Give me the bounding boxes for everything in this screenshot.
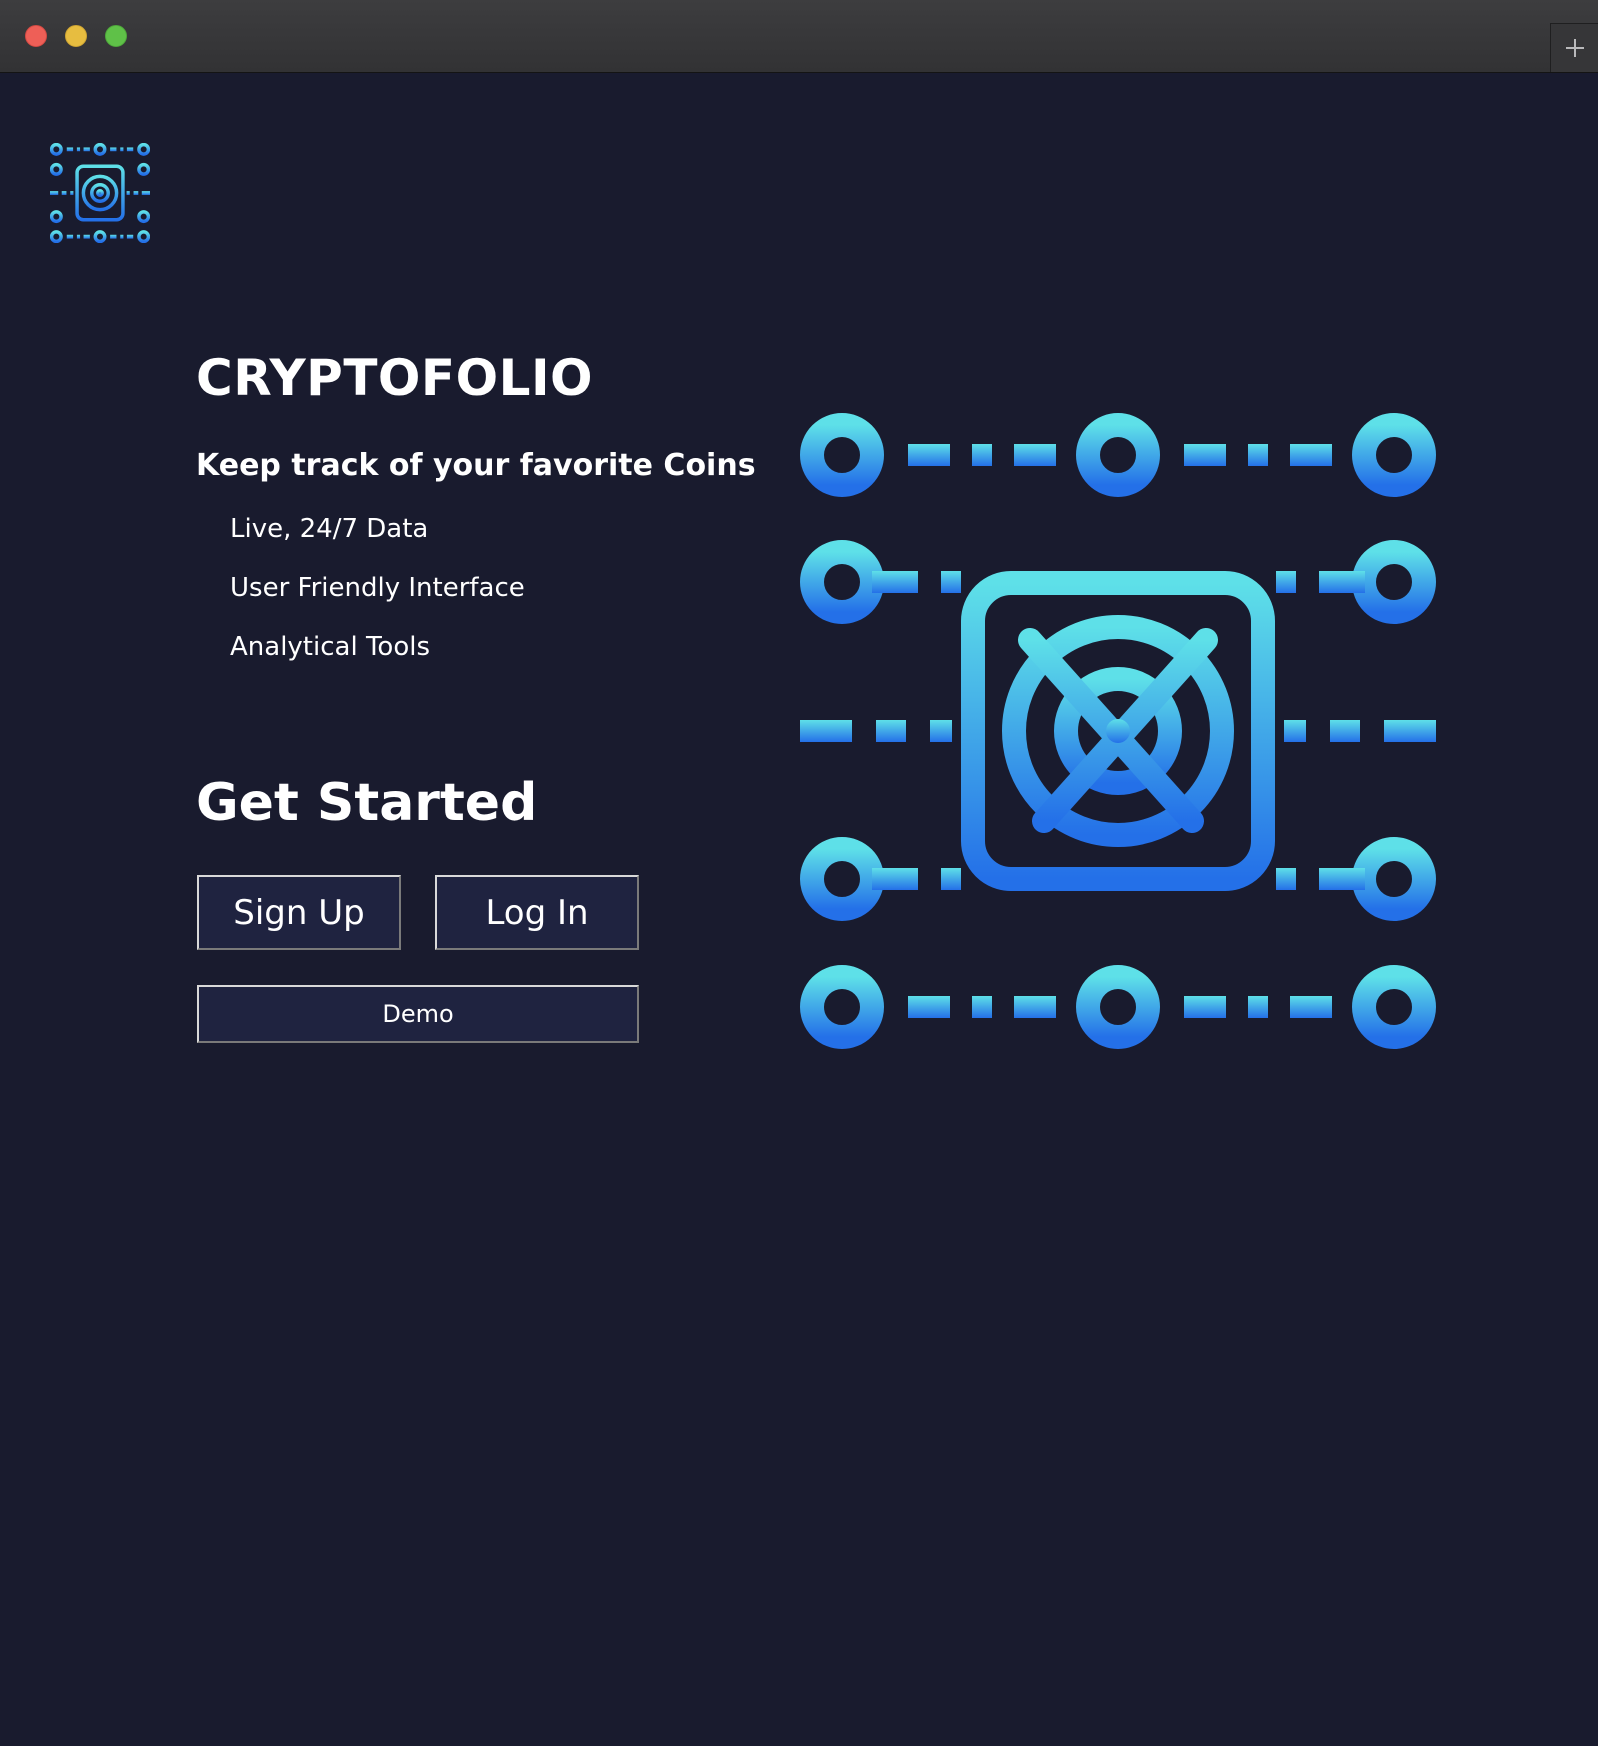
app-title: CRYPTOFOLIO xyxy=(196,349,594,407)
feature-item: Analytical Tools xyxy=(230,632,430,662)
tagline: Keep track of your favorite Coins xyxy=(196,448,756,483)
log-in-button[interactable]: Log In xyxy=(435,875,639,950)
plus-icon xyxy=(1565,39,1584,57)
app-logo-icon xyxy=(50,143,150,243)
title-bar xyxy=(0,0,1598,73)
sign-up-button[interactable]: Sign Up xyxy=(197,875,401,950)
app-window: CRYPTOFOLIO Keep track of your favorite … xyxy=(0,0,1598,1746)
new-tab-button[interactable] xyxy=(1550,23,1598,72)
close-button[interactable] xyxy=(25,25,47,47)
minimize-button[interactable] xyxy=(65,25,87,47)
main-content: CRYPTOFOLIO Keep track of your favorite … xyxy=(0,73,1598,1746)
zoom-button[interactable] xyxy=(105,25,127,47)
feature-list: Live, 24/7 Data User Friendly Interface … xyxy=(230,513,525,690)
get-started-heading: Get Started xyxy=(196,773,538,833)
demo-button[interactable]: Demo xyxy=(197,985,639,1043)
feature-item: Live, 24/7 Data xyxy=(230,514,429,544)
feature-item: User Friendly Interface xyxy=(230,573,525,603)
vault-network-icon xyxy=(800,413,1436,1049)
